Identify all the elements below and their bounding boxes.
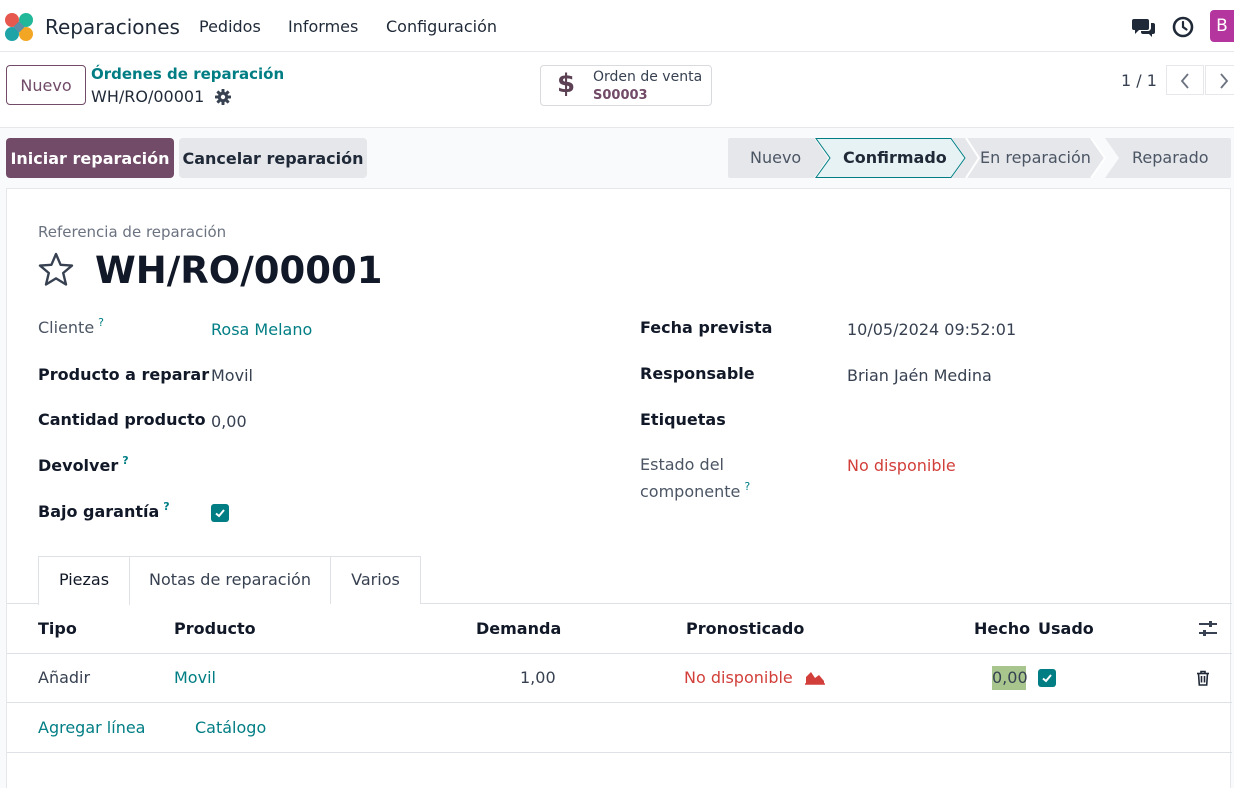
scheduled-date-field[interactable]: 10/05/2024 09:52:01	[847, 320, 1016, 339]
help-icon[interactable]: ?	[122, 454, 128, 467]
sale-order-smart-button[interactable]: $ Orden de venta S00003	[540, 65, 712, 106]
area-chart-icon[interactable]	[804, 669, 826, 685]
row-divider	[7, 702, 1232, 703]
column-header-producto[interactable]: Producto	[174, 619, 256, 638]
column-header-tipo[interactable]: Tipo	[38, 619, 77, 638]
tab-notas-de-reparacion[interactable]: Notas de reparación	[130, 556, 331, 604]
quantity-label: Cantidad producto	[38, 410, 206, 429]
clock-icon[interactable]	[1170, 14, 1196, 40]
smart-button-label: Orden de venta	[593, 69, 703, 85]
control-panel: Nuevo Órdenes de reparación WH/RO/00001 …	[0, 52, 1234, 128]
help-icon[interactable]: ?	[163, 500, 169, 513]
footer-divider	[7, 752, 1232, 753]
check-icon	[1042, 674, 1052, 683]
help-icon[interactable]: ?	[98, 316, 104, 329]
add-line-link[interactable]: Agregar línea	[38, 718, 145, 737]
warranty-checkbox[interactable]	[211, 504, 229, 522]
component-status-value: No disponible	[847, 456, 956, 475]
trash-icon[interactable]	[1196, 670, 1210, 686]
chevron-left-icon	[1180, 73, 1189, 89]
row-forecast: No disponible	[684, 668, 793, 687]
scheduled-date-label: Fecha prevista	[640, 318, 773, 337]
column-header-usado[interactable]: Usado	[1038, 619, 1094, 638]
row-type[interactable]: Añadir	[38, 668, 90, 687]
pager-previous-button[interactable]	[1166, 65, 1204, 95]
row-product[interactable]: Movil	[174, 668, 216, 687]
column-header-pronosticado[interactable]: Pronosticado	[686, 619, 804, 638]
pager-value[interactable]: 1 / 1	[1121, 71, 1157, 90]
menu-item-pedidos[interactable]: Pedidos	[199, 17, 261, 36]
check-icon	[215, 509, 225, 518]
tab-varios[interactable]: Varios	[331, 556, 421, 604]
responsible-field[interactable]: Brian Jaén Medina	[847, 366, 992, 385]
gear-icon[interactable]	[214, 88, 232, 106]
chat-icon[interactable]	[1131, 14, 1157, 40]
warranty-label: Bajo garantía?	[38, 500, 170, 521]
row-done[interactable]: 0,00	[992, 666, 1028, 690]
product-field[interactable]: Movil	[211, 366, 253, 385]
column-header-hecho[interactable]: Hecho	[974, 619, 1030, 638]
dollar-icon: $	[557, 69, 576, 99]
responsible-label: Responsable	[640, 364, 755, 383]
component-status-label-line1: Estado del	[640, 455, 724, 474]
start-repair-button[interactable]: Iniciar reparación	[6, 138, 174, 178]
app-name[interactable]: Reparaciones	[45, 15, 180, 39]
tags-label: Etiquetas	[640, 410, 726, 429]
return-label: Devolver?	[38, 454, 129, 475]
header-divider	[7, 653, 1232, 654]
breadcrumb-parent[interactable]: Órdenes de reparación	[91, 65, 284, 83]
reference-label: Referencia de reparación	[38, 223, 227, 241]
chevron-right-icon	[1220, 73, 1229, 89]
user-avatar[interactable]: B	[1210, 10, 1234, 42]
cancel-repair-button[interactable]: Cancelar reparación	[179, 138, 367, 178]
breadcrumb-current: WH/RO/00001	[91, 87, 205, 106]
new-button[interactable]: Nuevo	[6, 65, 86, 105]
status-bar: Nuevo Confirmado En reparación Reparado	[728, 138, 1231, 178]
app-logo-icon[interactable]	[4, 12, 34, 42]
quantity-field[interactable]: 0,00	[211, 412, 247, 431]
star-icon[interactable]	[37, 251, 75, 289]
optional-columns-icon[interactable]	[1198, 620, 1218, 638]
record-title: WH/RO/00001	[95, 249, 383, 292]
help-icon[interactable]: ?	[744, 480, 750, 493]
stage-confirmado[interactable]: Confirmado	[843, 148, 947, 167]
row-used-checkbox[interactable]	[1038, 669, 1056, 687]
column-header-demanda[interactable]: Demanda	[476, 619, 561, 638]
row-demand[interactable]: 1,00	[520, 668, 556, 687]
catalog-link[interactable]: Catálogo	[195, 718, 266, 737]
menu-item-informes[interactable]: Informes	[288, 17, 358, 36]
top-navbar: Reparaciones Pedidos Informes Configurac…	[0, 0, 1234, 52]
pager-next-button[interactable]	[1205, 65, 1234, 95]
smart-button-value: S00003	[593, 88, 648, 103]
menu-item-configuracion[interactable]: Configuración	[386, 17, 497, 36]
tab-piezas[interactable]: Piezas	[38, 556, 130, 605]
customer-label: Cliente?	[38, 316, 105, 337]
stage-nuevo[interactable]: Nuevo	[750, 148, 801, 167]
component-status-label-line2: componente?	[640, 480, 751, 501]
form-sheet: Referencia de reparación WH/RO/00001 Cli…	[6, 188, 1232, 788]
product-label: Producto a reparar	[38, 365, 210, 384]
stage-en-reparacion[interactable]: En reparación	[980, 148, 1091, 167]
stage-reparado[interactable]: Reparado	[1132, 148, 1209, 167]
customer-field[interactable]: Rosa Melano	[211, 320, 312, 339]
